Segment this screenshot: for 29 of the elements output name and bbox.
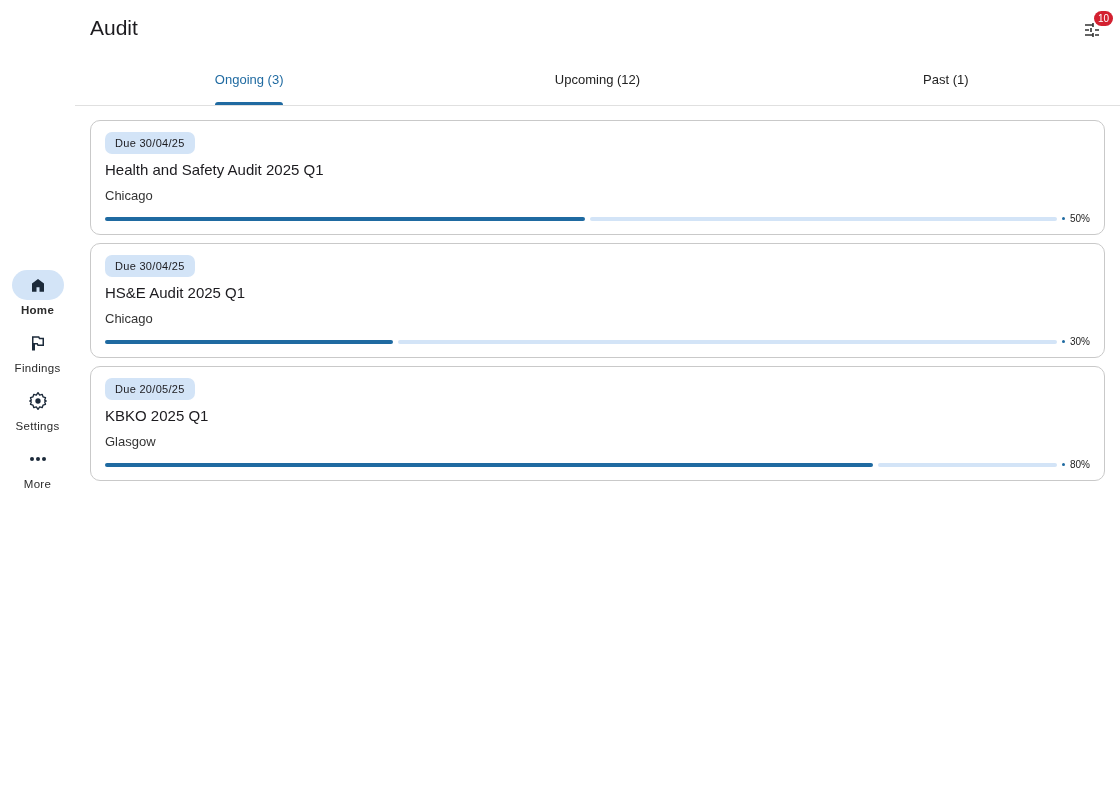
- audit-title: HS&E Audit 2025 Q1: [105, 284, 246, 301]
- audit-card[interactable]: Due 20/05/25 KBKO 2025 Q1 Glasgow 80%: [90, 366, 1105, 481]
- progress-percent: 50%: [1070, 213, 1090, 224]
- audit-title: Health and Safety Audit 2025 Q1: [105, 161, 324, 178]
- progress-percent: 80%: [1070, 459, 1090, 470]
- nav-label[interactable]: Home: [20, 304, 55, 316]
- nav-label[interactable]: Settings: [15, 420, 60, 432]
- due-date-chip: Due 20/05/25: [105, 378, 195, 400]
- audit-card[interactable]: Due 30/04/25 HS&E Audit 2025 Q1 Chicago 30%: [90, 243, 1105, 358]
- audit-card[interactable]: Due 30/04/25 Health and Safety Audit 2025 Q1 Chicago 50%: [90, 120, 1105, 235]
- page-title: Audit: [90, 16, 138, 40]
- tab[interactable]: Upcoming (12): [423, 56, 772, 105]
- audit-location: Chicago: [105, 188, 153, 203]
- nav-label[interactable]: Findings: [14, 362, 61, 374]
- nav-indicator[interactable]: [11, 270, 64, 300]
- sliders-icon: [1083, 21, 1101, 39]
- progress-percent: 30%: [1070, 336, 1090, 347]
- more-icon: [28, 456, 47, 462]
- settings-icon: [27, 391, 48, 411]
- filter-button[interactable]: 10: [1079, 11, 1113, 43]
- tab[interactable]: Past (1): [771, 56, 1120, 105]
- due-date-chip: Due 30/04/25: [105, 255, 195, 277]
- due-date-chip: Due 30/04/25: [105, 132, 195, 154]
- tab[interactable]: Ongoing (3): [75, 56, 424, 105]
- audit-location: Glasgow: [105, 434, 156, 449]
- audit-location: Chicago: [105, 311, 153, 326]
- audit-title: KBKO 2025 Q1: [105, 407, 209, 424]
- notification-badge: 10: [1093, 11, 1113, 26]
- nav-label[interactable]: More: [23, 478, 52, 490]
